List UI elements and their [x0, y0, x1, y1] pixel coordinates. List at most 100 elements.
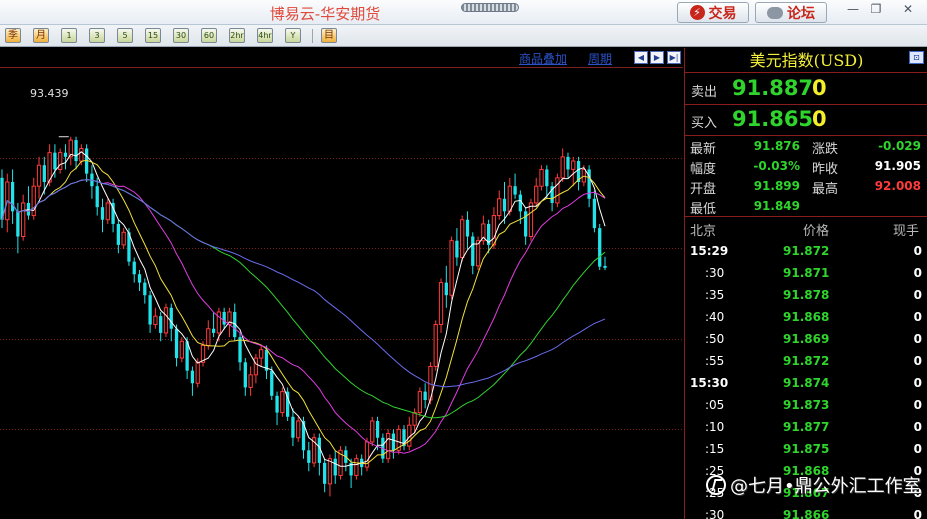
- buy-quantity: 0: [812, 107, 827, 131]
- change-value: -0.029: [878, 139, 921, 153]
- candle-body: [327, 458, 333, 485]
- expand-icon[interactable]: ⊡: [909, 51, 924, 64]
- tool-4hr[interactable]: 4hr: [257, 28, 273, 43]
- candle-body: [259, 349, 264, 359]
- close-icon[interactable]: ✕: [898, 1, 918, 17]
- period-link[interactable]: 周期: [588, 50, 612, 67]
- tool-quarter[interactable]: 季: [5, 28, 21, 43]
- candle-body: [460, 219, 465, 258]
- tool-5min[interactable]: 5: [117, 28, 133, 43]
- tick-row: :10 91.877 0: [685, 417, 927, 439]
- low-value: 91.849: [753, 199, 800, 213]
- buy-price: 91.865: [732, 107, 814, 131]
- candle-body: [296, 420, 301, 439]
- candlestick-chart[interactable]: 商品叠加 周期 ◀ ▶ ▶| 93.439: [0, 48, 683, 519]
- tick-price: 91.875: [783, 442, 830, 456]
- candle-body: [143, 282, 147, 296]
- candle-body: [95, 186, 99, 208]
- candle-body: [148, 295, 152, 325]
- tick-row: :50 91.869 0: [685, 329, 927, 351]
- candle-body: [74, 140, 78, 162]
- candle-body: [53, 152, 57, 170]
- restore-icon[interactable]: ❐: [866, 1, 886, 17]
- ticks-header-price: 价格: [803, 224, 830, 239]
- candle-body: [238, 337, 242, 363]
- candle-body: [438, 282, 444, 326]
- minimize-icon[interactable]: —: [843, 1, 863, 17]
- tool-calendar[interactable]: 目: [321, 28, 337, 43]
- candle-body: [323, 462, 327, 484]
- tick-time: :40: [705, 310, 725, 324]
- tick-time: :30: [705, 508, 725, 519]
- arrow-end-icon[interactable]: ▶|: [667, 51, 681, 64]
- drag-handle[interactable]: [461, 3, 519, 12]
- candle-body: [291, 416, 295, 438]
- arrow-left-icon[interactable]: ◀: [634, 51, 648, 64]
- candle-body: [253, 357, 259, 376]
- tick-volume: 0: [913, 244, 922, 258]
- change-label: 涨跌: [812, 142, 839, 157]
- tick-price: 91.877: [783, 420, 830, 434]
- tick-volume: 0: [913, 442, 922, 456]
- tick-row: :30 91.866 0: [685, 505, 927, 519]
- tool-2hr[interactable]: 2hr: [229, 28, 245, 43]
- tick-row: 15:30 91.874 0: [685, 373, 927, 395]
- candle-body: [423, 391, 427, 400]
- candle-body: [216, 311, 222, 334]
- tool-30min[interactable]: 30: [173, 28, 189, 43]
- forum-button[interactable]: 论坛: [755, 2, 827, 23]
- candle-body: [195, 361, 200, 384]
- chart-plot[interactable]: [0, 68, 683, 519]
- sell-label: 卖出: [691, 85, 718, 100]
- tick-row: :35 91.878 0: [685, 285, 927, 307]
- tick-row: :05 91.873 0: [685, 395, 927, 417]
- tool-60min[interactable]: 60: [201, 28, 217, 43]
- candle-body: [598, 228, 602, 267]
- trade-button-label: 交易: [708, 5, 737, 22]
- candle-body: [560, 156, 565, 179]
- arrow-right-icon[interactable]: ▶: [650, 51, 664, 64]
- candle-body: [449, 240, 454, 296]
- candle-body: [36, 164, 42, 187]
- tool-year[interactable]: Y: [285, 28, 301, 43]
- tick-time: 15:30: [690, 376, 729, 390]
- candle-body: [179, 340, 184, 359]
- candle-body: [465, 219, 470, 237]
- tick-price: 91.878: [783, 288, 830, 302]
- candle-body: [513, 186, 517, 195]
- tick-row: :55 91.872 0: [685, 351, 927, 373]
- tick-volume: 0: [913, 398, 922, 412]
- tick-time: :35: [705, 288, 725, 302]
- overlay-commodity-link[interactable]: 商品叠加: [519, 50, 567, 67]
- latest-value: 91.876: [753, 139, 800, 153]
- tool-15min[interactable]: 15: [145, 28, 161, 43]
- chart-header: 商品叠加 周期 ◀ ▶ ▶|: [0, 48, 683, 68]
- candle-body: [391, 433, 396, 451]
- trading-app-window: 博易云-华安期货 ⚡ 交易 论坛 — ❐ ✕ 季 月 1 3 5 15 30 6…: [0, 0, 927, 519]
- trade-button[interactable]: ⚡ 交易: [677, 2, 749, 23]
- peak-price-label: 93.439: [30, 87, 69, 100]
- buy-label: 买入: [691, 116, 718, 131]
- tool-3min[interactable]: 3: [89, 28, 105, 43]
- candle-body: [275, 395, 279, 413]
- stats-divider: [685, 216, 927, 217]
- tick-volume: 0: [913, 288, 922, 302]
- tick-volume: 0: [913, 420, 922, 434]
- chat-bubble-icon: [767, 6, 783, 19]
- candle-body: [603, 265, 607, 268]
- instrument-title-text: 美元指数(USD): [749, 51, 864, 70]
- tick-price: 91.874: [783, 376, 830, 390]
- candle-body: [211, 328, 216, 333]
- watermark-text: @七月•鼎公外汇工作室: [730, 476, 921, 497]
- pct-value: -0.03%: [753, 159, 800, 173]
- candle-body: [16, 211, 20, 237]
- candle-body: [132, 261, 136, 275]
- tick-volume: 0: [913, 354, 922, 368]
- candle-body: [137, 274, 142, 283]
- tool-month[interactable]: 月: [33, 28, 49, 43]
- tick-price: 91.866: [783, 508, 830, 519]
- tick-time: :30: [705, 266, 725, 280]
- tool-1min[interactable]: 1: [61, 28, 77, 43]
- candle-body: [100, 207, 105, 220]
- tick-price: 91.872: [783, 354, 830, 368]
